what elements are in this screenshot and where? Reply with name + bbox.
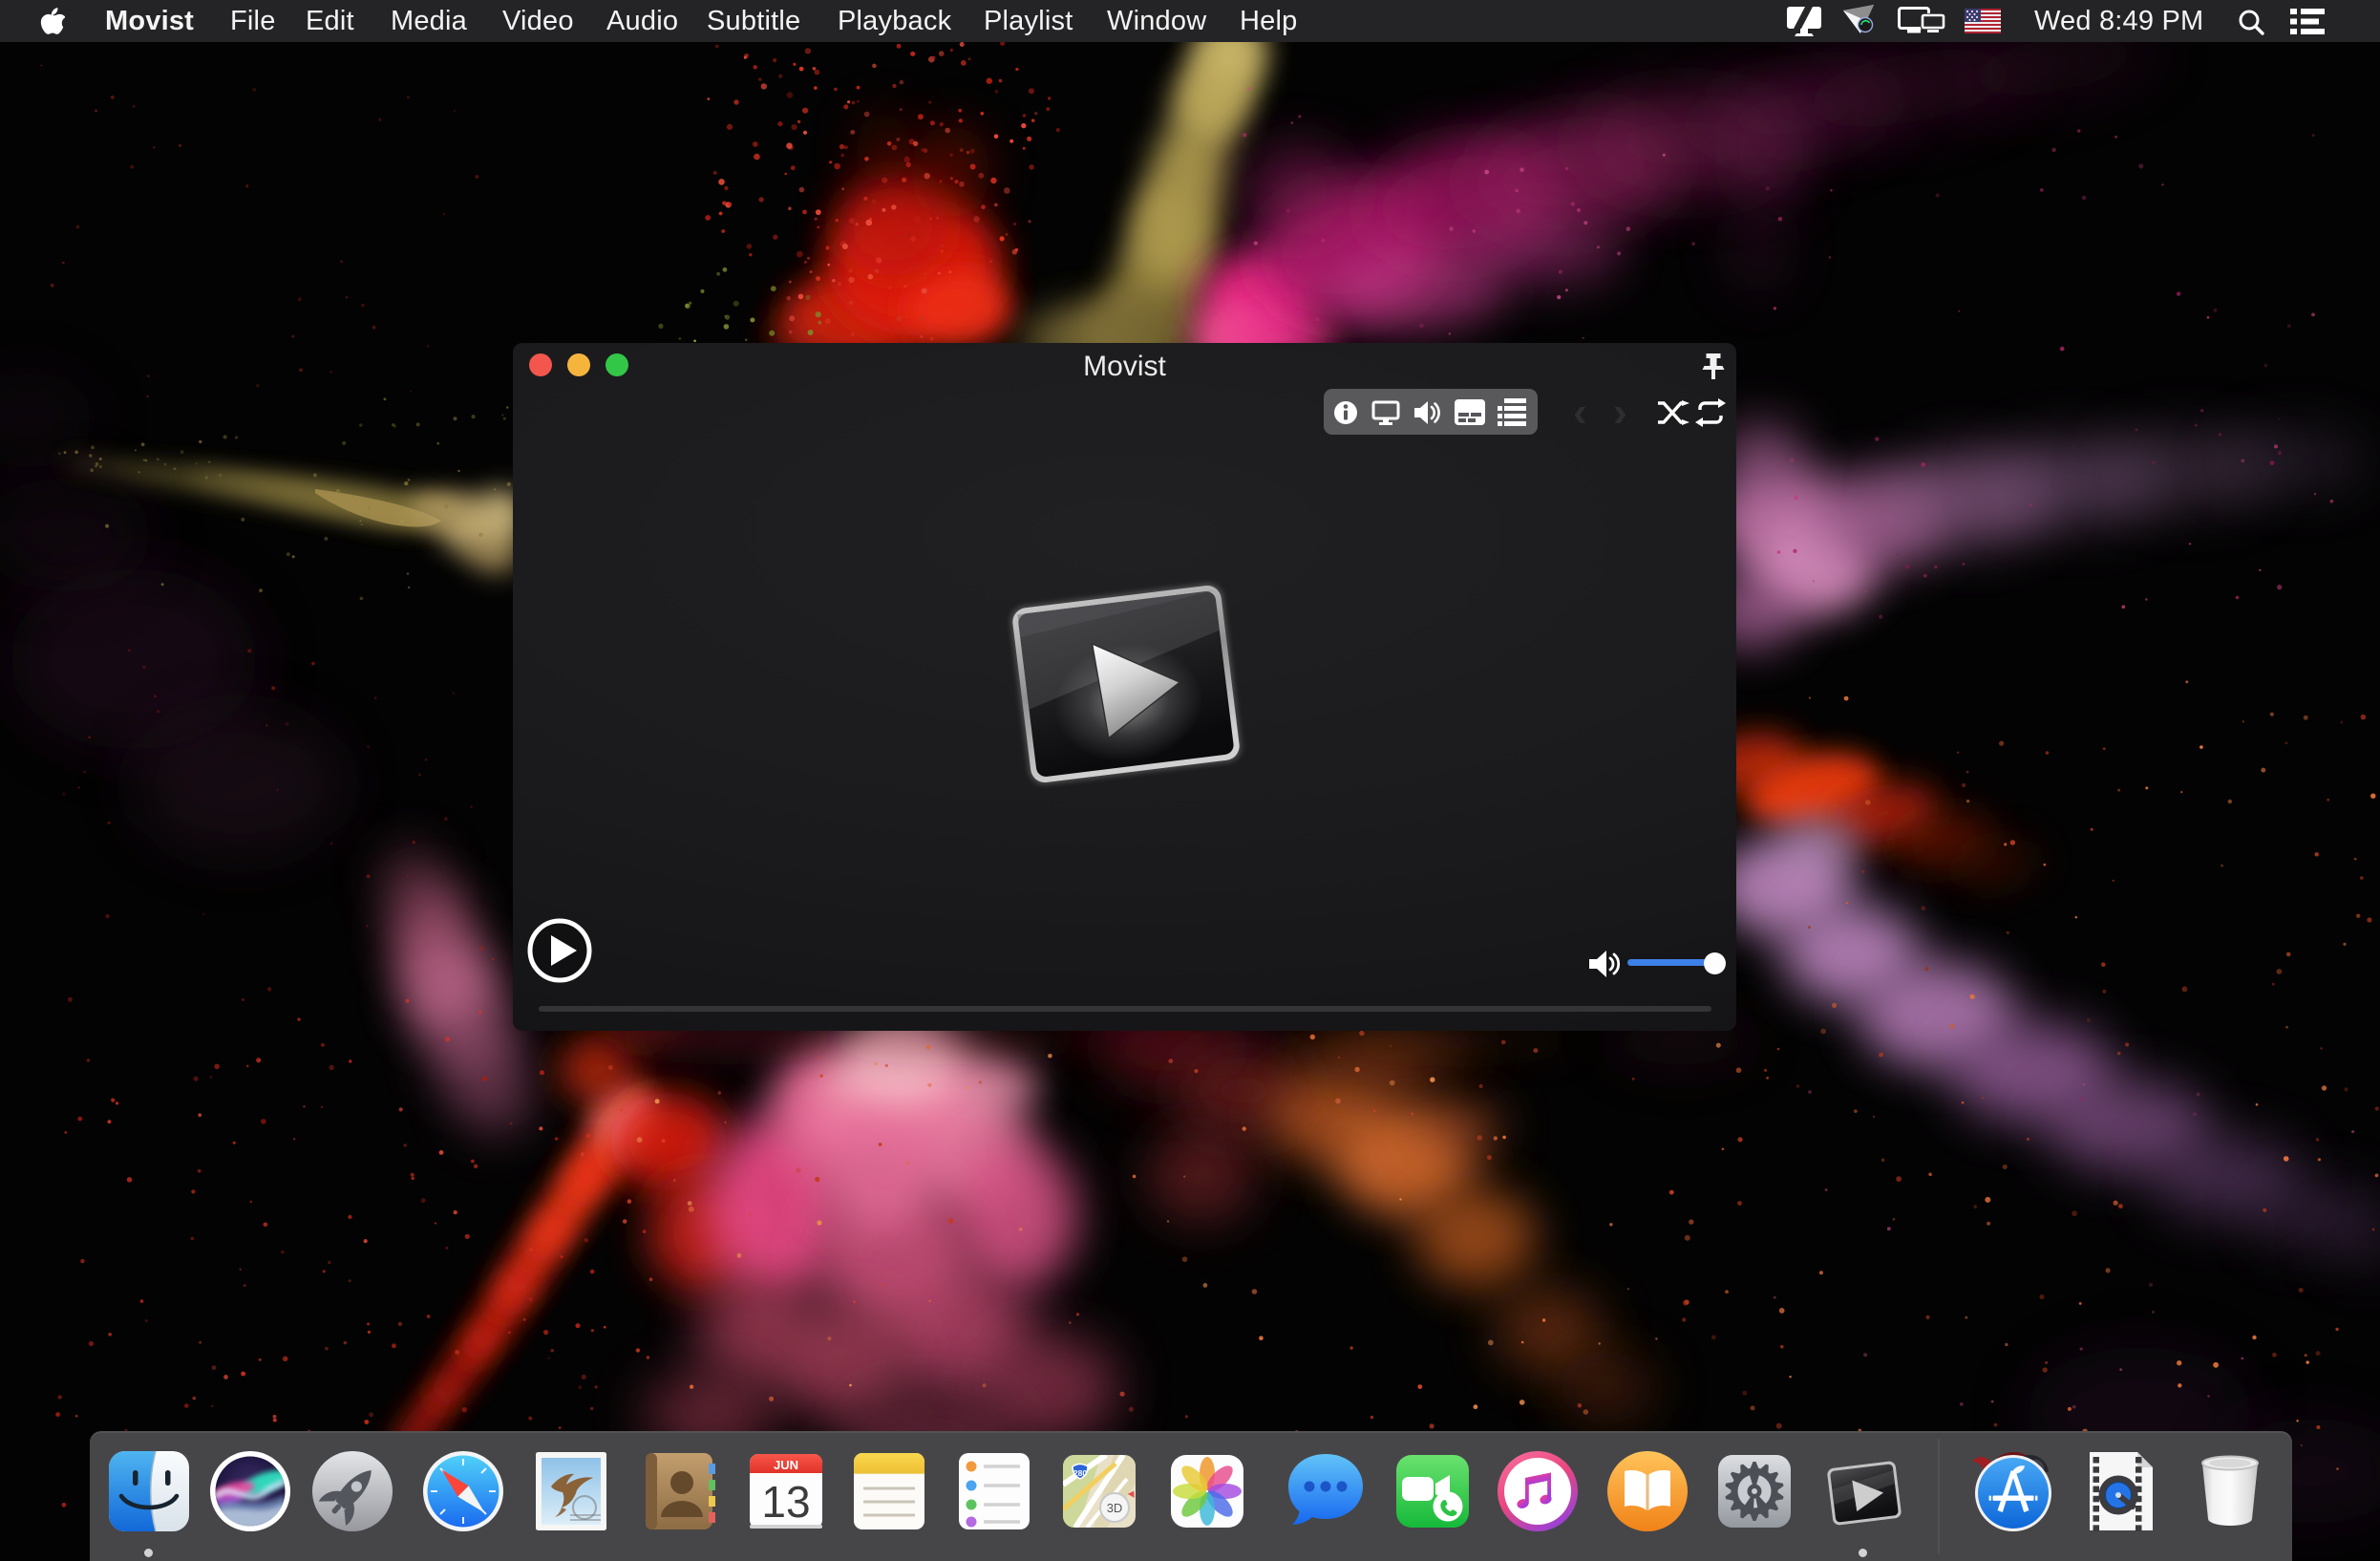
svg-text:13: 13 (761, 1477, 810, 1527)
svg-text:JUN: JUN (774, 1458, 798, 1472)
svg-text:3D: 3D (1107, 1501, 1123, 1515)
svg-text:280: 280 (1073, 1468, 1087, 1478)
